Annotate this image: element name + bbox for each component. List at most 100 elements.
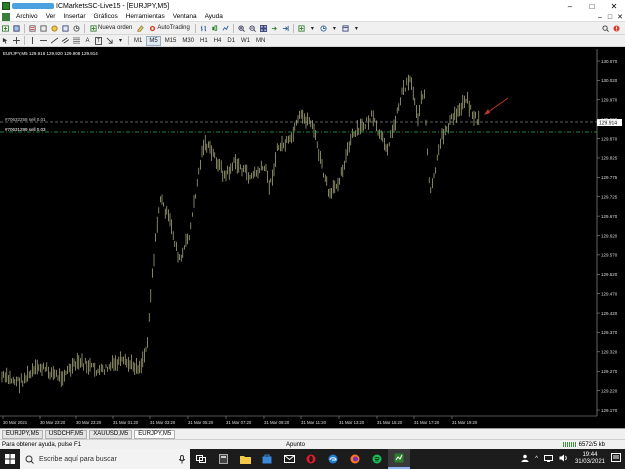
timeframe-m1[interactable]: M1 <box>132 36 144 46</box>
timeframe-mn[interactable]: MN <box>254 36 267 46</box>
chart-canvas[interactable]: #70632258 sell 0.01 #70631299 sell 0.03 … <box>0 47 625 428</box>
clock-date: 31/03/2021 <box>574 459 605 465</box>
text-label-tool-icon[interactable]: T <box>94 36 103 46</box>
action-center-icon[interactable] <box>611 453 623 465</box>
network-icon[interactable] <box>543 454 553 464</box>
dropdown-arrow-icon[interactable]: ▾ <box>352 23 361 33</box>
new-order-label: Nueva orden <box>98 25 133 31</box>
tab-usdchf[interactable]: USDCHF,M5 <box>44 429 88 439</box>
dropdown-arrow-icon[interactable]: ▾ <box>308 23 317 33</box>
text-label-tool-glyph: T <box>94 36 103 45</box>
child-close-button[interactable]: ✕ <box>615 12 625 22</box>
periods-icon[interactable] <box>319 23 328 33</box>
horizontal-line-icon[interactable] <box>39 36 48 46</box>
status-mode: Apunto <box>286 441 306 448</box>
close-button[interactable]: ✕ <box>603 0 625 12</box>
channel-icon[interactable] <box>61 36 70 46</box>
strategy-tester-icon[interactable] <box>72 23 81 33</box>
metatrader-taskbar-icon[interactable] <box>388 449 410 469</box>
timeframe-h1[interactable]: H1 <box>198 36 210 46</box>
start-button[interactable] <box>0 449 20 469</box>
autoscroll-icon[interactable] <box>281 23 290 33</box>
dropdown-arrow-icon[interactable]: ▾ <box>116 36 125 46</box>
opera-icon[interactable] <box>300 449 322 469</box>
timeframe-d1[interactable]: D1 <box>225 36 237 46</box>
tab-eurjpy-1[interactable]: EURJPY,M5 <box>2 429 43 439</box>
tab-eurjpy-active[interactable]: EURJPY,M5 <box>134 429 176 439</box>
app-icon <box>2 2 10 10</box>
notifications-icon[interactable] <box>612 23 621 33</box>
cursor-icon[interactable] <box>1 36 10 46</box>
dropdown-arrow-icon[interactable]: ▾ <box>330 23 339 33</box>
crosshair-icon[interactable] <box>12 36 21 46</box>
menu-graficos[interactable]: Gráficos <box>90 13 122 20</box>
tab-xauusd[interactable]: XAUUSD,M5 <box>89 429 133 439</box>
autotrading-button[interactable]: AutoTrading <box>147 23 191 33</box>
fibonacci-icon[interactable] <box>72 36 81 46</box>
timeframe-h4[interactable]: H4 <box>212 36 224 46</box>
new-chart-icon[interactable] <box>1 23 10 33</box>
tile-windows-icon[interactable] <box>259 23 268 33</box>
new-order-button[interactable]: Nueva orden <box>88 23 134 33</box>
timeframe-m15[interactable]: M15 <box>163 36 179 46</box>
indicators-icon[interactable] <box>297 23 306 33</box>
tray-chevron-icon[interactable]: ^ <box>535 456 538 462</box>
person-icon[interactable] <box>521 454 529 464</box>
menu-ayuda[interactable]: Ayuda <box>201 13 227 20</box>
taskbar-search-box[interactable]: Escribe aquí para buscar <box>20 449 190 469</box>
x-tick-label: 31 Mar 19:20 <box>452 420 478 425</box>
navigator-icon[interactable] <box>50 23 59 33</box>
menu-ver[interactable]: Ver <box>42 13 60 20</box>
market-watch-icon[interactable] <box>28 23 37 33</box>
price-chart[interactable]: #70632258 sell 0.01 #70631299 sell 0.03 … <box>0 47 625 428</box>
candlestick-icon[interactable] <box>210 23 219 33</box>
chart-shift-icon[interactable] <box>270 23 279 33</box>
menu-herramientas[interactable]: Herramientas <box>122 13 169 20</box>
y-tick-label: 129.970 <box>601 98 618 103</box>
timeframe-m30[interactable]: M30 <box>180 36 196 46</box>
store-icon[interactable] <box>256 449 278 469</box>
mail-icon[interactable] <box>278 449 300 469</box>
zoom-in-icon[interactable] <box>237 23 246 33</box>
timeframe-m5[interactable]: M5 <box>146 35 161 46</box>
timeframe-w1[interactable]: W1 <box>239 36 252 46</box>
text-tool-icon[interactable]: A <box>83 36 92 46</box>
task-view-icon[interactable] <box>190 449 212 469</box>
minimize-button[interactable]: – <box>559 0 581 12</box>
menu-bar: Archivo Ver Insertar Gráficos Herramient… <box>0 12 625 22</box>
search-icon[interactable] <box>601 23 610 33</box>
bar-chart-icon[interactable] <box>199 23 208 33</box>
microphone-icon[interactable] <box>179 454 185 464</box>
templates-icon[interactable] <box>341 23 350 33</box>
child-minimize-button[interactable]: – <box>595 12 605 22</box>
x-tick-label: 30 Mar 23:20 <box>40 420 66 425</box>
menu-ventana[interactable]: Ventana <box>169 13 201 20</box>
taskbar-clock[interactable]: 19:44 31/03/2021 <box>575 452 605 466</box>
meta-editor-icon[interactable] <box>136 23 145 33</box>
firefox-icon[interactable] <box>344 449 366 469</box>
line-chart-icon[interactable] <box>221 23 230 33</box>
maximize-button[interactable]: □ <box>581 0 603 12</box>
chart-window-icon <box>2 12 10 21</box>
arrows-icon[interactable] <box>105 36 114 46</box>
chart-tabs: EURJPY,M5 USDCHF,M5 XAUUSD,M5 EURJPY,M5 <box>0 428 625 439</box>
profiles-icon[interactable] <box>12 23 21 33</box>
menu-archivo[interactable]: Archivo <box>12 13 42 20</box>
edge-icon[interactable] <box>322 449 344 469</box>
calculator-icon[interactable] <box>212 449 234 469</box>
trendline-icon[interactable] <box>50 36 59 46</box>
y-tick-label: 129.825 <box>601 156 618 161</box>
vertical-line-icon[interactable] <box>28 36 37 46</box>
file-explorer-icon[interactable] <box>234 449 256 469</box>
menu-insertar[interactable]: Insertar <box>59 13 89 20</box>
volume-icon[interactable] <box>559 454 568 464</box>
zoom-out-icon[interactable] <box>248 23 257 33</box>
window-title: ICMarketsSC-Live15 - [EURJPY,M5] <box>56 2 170 10</box>
toolbar-separator <box>24 36 25 45</box>
status-help: Para obtener ayuda, pulse F1 <box>2 441 82 448</box>
child-restore-button[interactable]: □ <box>605 12 615 22</box>
data-window-icon[interactable] <box>39 23 48 33</box>
terminal-icon[interactable] <box>61 23 70 33</box>
spotify-icon[interactable] <box>366 449 388 469</box>
y-tick-label: 129.420 <box>601 311 618 316</box>
